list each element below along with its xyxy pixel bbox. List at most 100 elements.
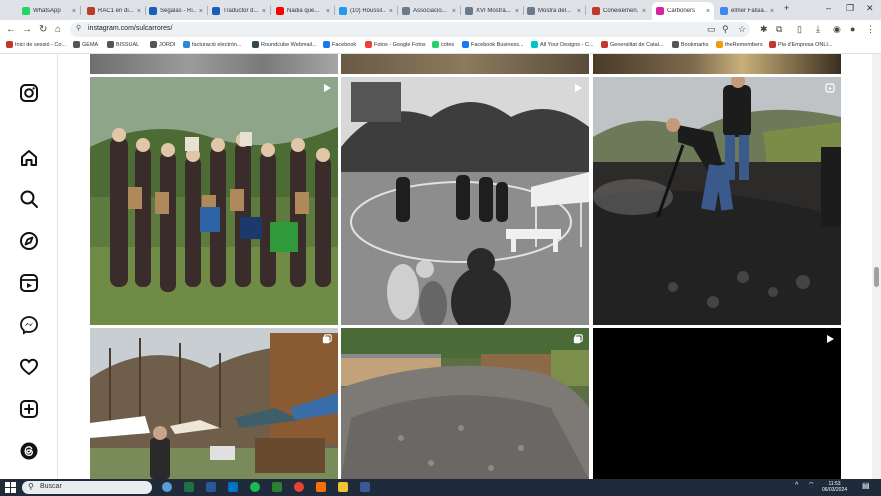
page-scrollbar[interactable] — [872, 54, 881, 479]
extension-icon[interactable]: ✱ — [760, 24, 768, 35]
post-thumbnail-partial[interactable] — [90, 54, 338, 74]
bookmark-item[interactable]: Facebook Business... — [462, 41, 524, 48]
tab-close-icon[interactable]: × — [642, 8, 646, 15]
forward-icon[interactable]: → — [22, 23, 32, 37]
browser-tab[interactable]: XVI Mostra... × — [461, 2, 523, 20]
bookmark-item[interactable]: Bookmarks — [672, 41, 709, 48]
download-icon[interactable]: ⤓ — [816, 24, 820, 35]
tab-close-icon[interactable]: × — [199, 8, 203, 15]
back-icon[interactable]: ← — [6, 23, 16, 37]
bookmark-star-icon[interactable]: ☆ — [738, 24, 746, 35]
site-info-icon[interactable]: ⚲ — [76, 24, 81, 32]
excel-icon[interactable] — [184, 482, 194, 492]
tab-close-icon[interactable]: × — [577, 8, 581, 15]
instagram-logo-icon[interactable] — [19, 83, 39, 103]
tab-close-icon[interactable]: × — [137, 8, 141, 15]
browser-tab[interactable]: elmer Falsia... × — [716, 2, 778, 20]
notifications-icon[interactable]: ▤ — [862, 482, 870, 490]
post-thumbnail[interactable] — [593, 77, 841, 325]
tray-chevron-icon[interactable]: ^ — [795, 482, 798, 489]
app-window-icon[interactable] — [360, 482, 370, 492]
zoom-icon[interactable]: ⚲ — [722, 24, 729, 35]
close-window-icon[interactable]: ✕ — [866, 3, 874, 14]
bookmark-item[interactable]: Fotos - Google Fotos — [365, 41, 426, 48]
reels-icon[interactable] — [19, 273, 39, 293]
illustrator-icon[interactable] — [316, 482, 326, 492]
bookmark-item[interactable]: Inici de sessió - Co... — [6, 41, 66, 48]
tab-close-icon[interactable]: × — [262, 8, 266, 15]
browser-tab[interactable]: WhatsApp × — [18, 2, 80, 20]
profile-icon[interactable]: ● — [850, 24, 855, 34]
reload-icon[interactable]: ↻ — [39, 23, 47, 37]
bookmark-item[interactable]: BISSUAL — [107, 41, 139, 48]
tab-strip: WhatsApp × RAC1 en di... × Segalas - Ri... × T… — [0, 0, 881, 20]
search-icon[interactable] — [19, 189, 39, 209]
home-browser-icon[interactable]: ⌂ — [55, 23, 61, 37]
tab-close-icon[interactable]: × — [452, 8, 456, 15]
browser-tab[interactable]: RAC1 en di... × — [83, 2, 145, 20]
maximize-icon[interactable]: ❐ — [846, 3, 854, 14]
bookmark-item[interactable]: theRemembers — [716, 41, 763, 48]
side-panel-icon[interactable]: ▯ — [797, 24, 802, 35]
tab-close-icon[interactable]: × — [72, 8, 76, 15]
browser-tab[interactable]: Associació... × — [398, 2, 460, 20]
address-bar[interactable]: ⚲ instagram.com/sulcarrores/ — [70, 22, 750, 37]
create-icon[interactable] — [19, 399, 39, 419]
bookmark-item[interactable]: cotes — [432, 41, 454, 48]
outlook-icon[interactable] — [228, 482, 238, 492]
tab-close-icon[interactable]: × — [770, 8, 774, 15]
bookmark-item[interactable]: JORDI — [150, 41, 176, 48]
post-thumbnail[interactable] — [341, 328, 589, 479]
taskview-icon[interactable] — [162, 482, 172, 492]
puzzle-icon[interactable]: ⧉ — [776, 24, 782, 35]
browser-tab[interactable]: Nadia que... × — [272, 2, 334, 20]
install-app-icon[interactable]: ▭ — [707, 24, 716, 35]
spotify-icon[interactable] — [250, 482, 260, 492]
bookmark-item[interactable]: GEMA — [73, 41, 98, 48]
windows-start-icon[interactable] — [5, 482, 16, 493]
minimize-icon[interactable]: – — [826, 3, 831, 13]
browser-tab[interactable]: Carboners × — [652, 2, 714, 20]
word-icon[interactable] — [206, 482, 216, 492]
tab-close-icon[interactable]: × — [326, 8, 330, 15]
threads-icon[interactable] — [19, 441, 39, 461]
network-icon[interactable]: ⌔ — [808, 482, 815, 489]
post-thumbnail[interactable] — [90, 77, 338, 325]
explore-icon[interactable] — [19, 231, 39, 251]
reel-badge-icon — [825, 83, 835, 93]
bookmark-item[interactable]: All Your Designs - C... — [531, 41, 594, 48]
post-thumbnail-partial[interactable] — [341, 54, 589, 74]
bookmark-label: Generalitat de Catal... — [610, 41, 664, 48]
browser-tab[interactable]: Segalas - Ri... × — [145, 2, 207, 20]
bookmark-item[interactable]: Pla d'Empresa ONLI... — [769, 41, 833, 48]
post-thumbnail[interactable] — [90, 328, 338, 479]
notifications-heart-icon[interactable] — [19, 357, 39, 377]
menu-dots-icon[interactable]: ⋮ — [866, 24, 875, 35]
chrome-icon[interactable] — [294, 482, 304, 492]
taskbar-search-box[interactable]: ⚲ Buscar — [22, 481, 152, 494]
browser-tab[interactable]: (10) Roussil... × — [335, 2, 397, 20]
messenger-icon[interactable] — [19, 315, 39, 335]
account-icon[interactable]: ◉ — [833, 24, 841, 35]
bookmark-item[interactable]: facturació electròn... — [183, 41, 242, 48]
bookmark-favicon-icon — [432, 41, 439, 48]
tab-close-icon[interactable]: × — [515, 8, 519, 15]
file-explorer-icon[interactable] — [338, 482, 348, 492]
tab-close-icon[interactable]: × — [706, 8, 710, 15]
bookmark-label: theRemembers — [725, 41, 763, 48]
browser-tab[interactable]: Mostra del... × — [523, 2, 585, 20]
browser-tab[interactable]: Traductor d... × — [208, 2, 270, 20]
app-icon[interactable] — [272, 482, 282, 492]
home-icon[interactable] — [19, 148, 39, 168]
post-thumbnail-partial[interactable] — [593, 54, 841, 74]
bookmark-item[interactable]: Facebook — [323, 41, 356, 48]
new-tab-button[interactable]: + — [784, 3, 789, 13]
tab-close-icon[interactable]: × — [389, 8, 393, 15]
bookmark-item[interactable]: Roundcube Webmail... — [252, 41, 317, 48]
bookmark-favicon-icon — [6, 41, 13, 48]
bookmark-item[interactable]: Generalitat de Catal... — [601, 41, 664, 48]
post-thumbnail[interactable] — [593, 328, 841, 479]
browser-tab[interactable]: Coneixemen... × — [588, 2, 650, 20]
post-thumbnail[interactable] — [341, 77, 589, 325]
scrollbar-thumb[interactable] — [874, 267, 879, 287]
